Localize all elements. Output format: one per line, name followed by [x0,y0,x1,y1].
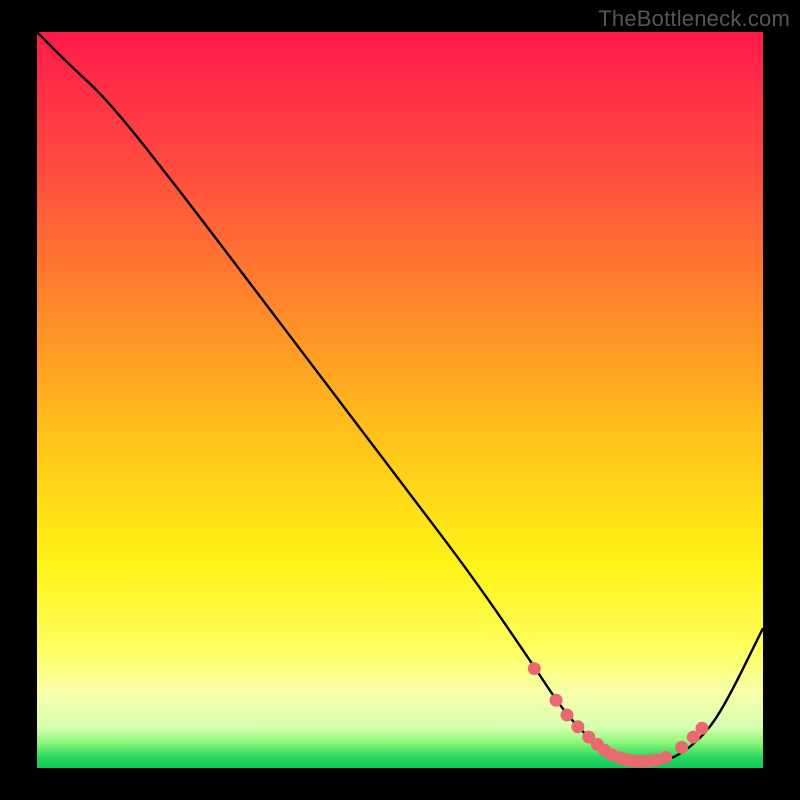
chart-frame: TheBottleneck.com [0,0,800,800]
plot-background [37,32,763,768]
marker-dot [659,751,672,764]
marker-dot [550,694,563,707]
marker-dot [571,720,584,733]
marker-dot [528,662,541,675]
bottleneck-chart [0,0,800,800]
attribution-text: TheBottleneck.com [598,6,790,32]
marker-dot [696,722,709,735]
marker-dot [675,741,688,754]
marker-dot [560,709,573,722]
